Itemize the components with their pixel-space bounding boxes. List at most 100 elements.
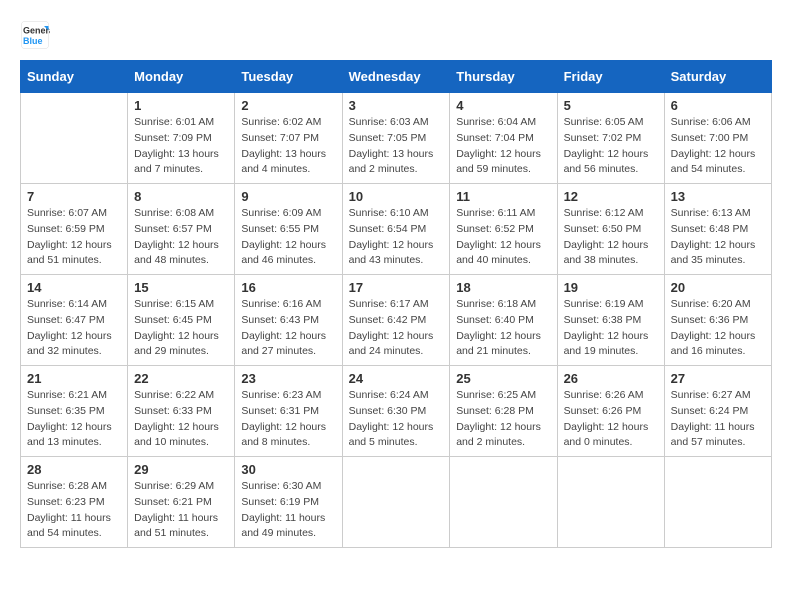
- day-number: 5: [564, 98, 658, 113]
- day-info: Sunrise: 6:13 AM Sunset: 6:48 PM Dayligh…: [671, 206, 765, 269]
- calendar-cell: [21, 93, 128, 184]
- day-info: Sunrise: 6:21 AM Sunset: 6:35 PM Dayligh…: [27, 388, 121, 451]
- calendar-cell: 3Sunrise: 6:03 AM Sunset: 7:05 PM Daylig…: [342, 93, 450, 184]
- header-monday: Monday: [128, 61, 235, 93]
- calendar-cell: 21 Sunrise: 6:21 AM Sunset: 6:35 PM Dayli…: [21, 366, 128, 457]
- calendar-cell: 11 Sunrise: 6:11 AM Sunset: 6:52 PM Dayli…: [450, 184, 557, 275]
- day-info: Sunrise: 6:27 AM Sunset: 6:24 PM Dayligh…: [671, 388, 765, 451]
- week-row-4: 21 Sunrise: 6:21 AM Sunset: 6:35 PM Dayli…: [21, 366, 772, 457]
- calendar-cell: 22Sunrise: 6:22 AM Sunset: 6:33 PM Dayli…: [128, 366, 235, 457]
- day-info: Sunrise: 6:14 AM Sunset: 6:47 PM Dayligh…: [27, 297, 121, 360]
- header-saturday: Saturday: [664, 61, 771, 93]
- day-number: 1: [134, 98, 228, 113]
- week-row-1: 1 Sunrise: 6:01 AM Sunset: 7:09 PM Daylig…: [21, 93, 772, 184]
- logo: General Blue: [20, 20, 54, 50]
- day-info: Sunrise: 6:07 AM Sunset: 6:59 PM Dayligh…: [27, 206, 121, 269]
- day-number: 19: [564, 280, 658, 295]
- day-number: 24: [349, 371, 444, 386]
- header-thursday: Thursday: [450, 61, 557, 93]
- day-number: 6: [671, 98, 765, 113]
- calendar-cell: 27 Sunrise: 6:27 AM Sunset: 6:24 PM Dayli…: [664, 366, 771, 457]
- day-info: Sunrise: 6:23 AM Sunset: 6:31 PM Dayligh…: [241, 388, 335, 451]
- calendar-cell: 1 Sunrise: 6:01 AM Sunset: 7:09 PM Daylig…: [128, 93, 235, 184]
- calendar-cell: 6 Sunrise: 6:06 AM Sunset: 7:00 PM Daylig…: [664, 93, 771, 184]
- day-info: Sunrise: 6:30 AM Sunset: 6:19 PM Dayligh…: [241, 479, 335, 542]
- day-number: 21: [27, 371, 121, 386]
- day-info: Sunrise: 6:22 AM Sunset: 6:33 PM Dayligh…: [134, 388, 228, 451]
- day-number: 23: [241, 371, 335, 386]
- calendar-cell: 4 Sunrise: 6:04 AM Sunset: 7:04 PM Daylig…: [450, 93, 557, 184]
- day-number: 27: [671, 371, 765, 386]
- calendar-cell: 10Sunrise: 6:10 AM Sunset: 6:54 PM Dayli…: [342, 184, 450, 275]
- calendar-cell: 28Sunrise: 6:28 AM Sunset: 6:23 PM Dayli…: [21, 457, 128, 548]
- calendar-cell: 12Sunrise: 6:12 AM Sunset: 6:50 PM Dayli…: [557, 184, 664, 275]
- week-row-5: 28Sunrise: 6:28 AM Sunset: 6:23 PM Dayli…: [21, 457, 772, 548]
- header-tuesday: Tuesday: [235, 61, 342, 93]
- day-info: Sunrise: 6:24 AM Sunset: 6:30 PM Dayligh…: [349, 388, 444, 451]
- day-info: Sunrise: 6:19 AM Sunset: 6:38 PM Dayligh…: [564, 297, 658, 360]
- calendar-header-row: SundayMondayTuesdayWednesdayThursdayFrid…: [21, 61, 772, 93]
- calendar-cell: [450, 457, 557, 548]
- calendar-cell: 30 Sunrise: 6:30 AM Sunset: 6:19 PM Dayli…: [235, 457, 342, 548]
- day-number: 15: [134, 280, 228, 295]
- day-number: 16: [241, 280, 335, 295]
- day-info: Sunrise: 6:16 AM Sunset: 6:43 PM Dayligh…: [241, 297, 335, 360]
- day-info: Sunrise: 6:04 AM Sunset: 7:04 PM Dayligh…: [456, 115, 550, 178]
- day-number: 11: [456, 189, 550, 204]
- day-number: 13: [671, 189, 765, 204]
- calendar-cell: [342, 457, 450, 548]
- calendar-cell: 24 Sunrise: 6:24 AM Sunset: 6:30 PM Dayli…: [342, 366, 450, 457]
- day-number: 30: [241, 462, 335, 477]
- calendar-cell: 29 Sunrise: 6:29 AM Sunset: 6:21 PM Dayli…: [128, 457, 235, 548]
- day-info: Sunrise: 6:29 AM Sunset: 6:21 PM Dayligh…: [134, 479, 228, 542]
- week-row-2: 7 Sunrise: 6:07 AM Sunset: 6:59 PM Daylig…: [21, 184, 772, 275]
- day-number: 26: [564, 371, 658, 386]
- calendar-cell: 9 Sunrise: 6:09 AM Sunset: 6:55 PM Daylig…: [235, 184, 342, 275]
- day-info: Sunrise: 6:26 AM Sunset: 6:26 PM Dayligh…: [564, 388, 658, 451]
- day-info: Sunrise: 6:15 AM Sunset: 6:45 PM Dayligh…: [134, 297, 228, 360]
- day-info: Sunrise: 6:05 AM Sunset: 7:02 PM Dayligh…: [564, 115, 658, 178]
- calendar-cell: 15 Sunrise: 6:15 AM Sunset: 6:45 PM Dayli…: [128, 275, 235, 366]
- day-number: 18: [456, 280, 550, 295]
- day-info: Sunrise: 6:02 AM Sunset: 7:07 PM Dayligh…: [241, 115, 335, 178]
- day-number: 8: [134, 189, 228, 204]
- day-number: 29: [134, 462, 228, 477]
- day-info: Sunrise: 6:08 AM Sunset: 6:57 PM Dayligh…: [134, 206, 228, 269]
- day-number: 25: [456, 371, 550, 386]
- day-number: 2: [241, 98, 335, 113]
- day-number: 9: [241, 189, 335, 204]
- day-number: 28: [27, 462, 121, 477]
- day-number: 20: [671, 280, 765, 295]
- day-info: Sunrise: 6:11 AM Sunset: 6:52 PM Dayligh…: [456, 206, 550, 269]
- calendar-cell: 23 Sunrise: 6:23 AM Sunset: 6:31 PM Dayli…: [235, 366, 342, 457]
- day-number: 14: [27, 280, 121, 295]
- calendar-cell: [557, 457, 664, 548]
- header-wednesday: Wednesday: [342, 61, 450, 93]
- calendar-cell: 16 Sunrise: 6:16 AM Sunset: 6:43 PM Dayli…: [235, 275, 342, 366]
- day-info: Sunrise: 6:20 AM Sunset: 6:36 PM Dayligh…: [671, 297, 765, 360]
- calendar-cell: [664, 457, 771, 548]
- day-info: Sunrise: 6:18 AM Sunset: 6:40 PM Dayligh…: [456, 297, 550, 360]
- day-info: Sunrise: 6:09 AM Sunset: 6:55 PM Dayligh…: [241, 206, 335, 269]
- calendar-cell: 13 Sunrise: 6:13 AM Sunset: 6:48 PM Dayli…: [664, 184, 771, 275]
- day-number: 7: [27, 189, 121, 204]
- day-info: Sunrise: 6:06 AM Sunset: 7:00 PM Dayligh…: [671, 115, 765, 178]
- calendar-cell: 14 Sunrise: 6:14 AM Sunset: 6:47 PM Dayli…: [21, 275, 128, 366]
- day-info: Sunrise: 6:01 AM Sunset: 7:09 PM Dayligh…: [134, 115, 228, 178]
- day-number: 17: [349, 280, 444, 295]
- calendar-cell: 8 Sunrise: 6:08 AM Sunset: 6:57 PM Daylig…: [128, 184, 235, 275]
- day-number: 4: [456, 98, 550, 113]
- day-info: Sunrise: 6:03 AM Sunset: 7:05 PM Dayligh…: [349, 115, 444, 178]
- logo-icon: General Blue: [20, 20, 50, 50]
- calendar-cell: 19 Sunrise: 6:19 AM Sunset: 6:38 PM Dayli…: [557, 275, 664, 366]
- calendar-cell: 26 Sunrise: 6:26 AM Sunset: 6:26 PM Dayli…: [557, 366, 664, 457]
- calendar-cell: 7 Sunrise: 6:07 AM Sunset: 6:59 PM Daylig…: [21, 184, 128, 275]
- page-header: General Blue: [20, 20, 772, 50]
- week-row-3: 14 Sunrise: 6:14 AM Sunset: 6:47 PM Dayli…: [21, 275, 772, 366]
- day-info: Sunrise: 6:12 AM Sunset: 6:50 PM Dayligh…: [564, 206, 658, 269]
- day-info: Sunrise: 6:10 AM Sunset: 6:54 PM Dayligh…: [349, 206, 444, 269]
- calendar-cell: 2 Sunrise: 6:02 AM Sunset: 7:07 PM Daylig…: [235, 93, 342, 184]
- calendar-cell: 17Sunrise: 6:17 AM Sunset: 6:42 PM Dayli…: [342, 275, 450, 366]
- day-info: Sunrise: 6:25 AM Sunset: 6:28 PM Dayligh…: [456, 388, 550, 451]
- calendar-cell: 25 Sunrise: 6:25 AM Sunset: 6:28 PM Dayli…: [450, 366, 557, 457]
